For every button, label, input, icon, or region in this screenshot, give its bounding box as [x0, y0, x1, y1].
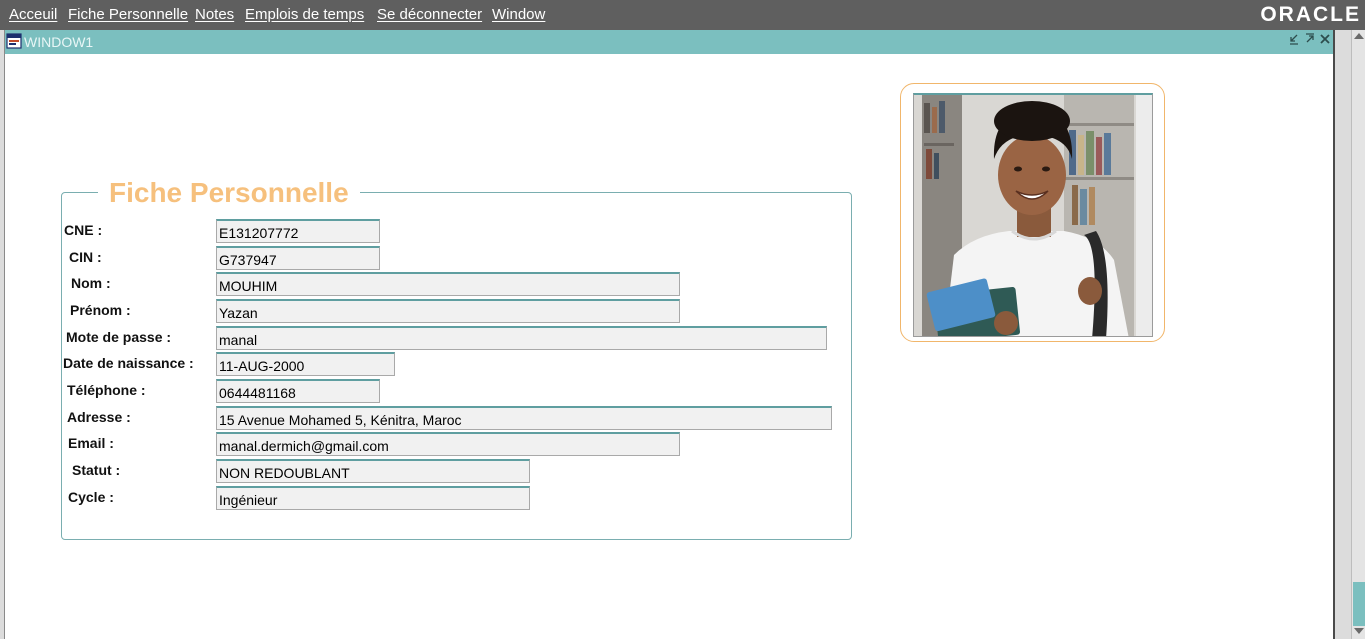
cycle-field[interactable]: Ingénieur — [216, 486, 530, 510]
window-icon — [6, 33, 22, 49]
label-mot-de-passe: Mote de passe : — [66, 329, 172, 345]
menu-item-window[interactable]: Window — [492, 6, 545, 23]
email-field[interactable]: manal.dermich@gmail.com — [216, 432, 680, 456]
oracle-logo: ORACLE — [1260, 3, 1361, 26]
window-titlebar[interactable]: WINDOW1 — [5, 30, 1333, 54]
label-cne: CNE : — [64, 222, 103, 238]
photo-frame — [900, 83, 1165, 342]
label-email: Email : — [68, 435, 114, 451]
label-statut: Statut : — [72, 462, 121, 478]
menu-item-notes[interactable]: Notes — [195, 6, 234, 23]
cin-field[interactable]: G737947 — [216, 246, 380, 270]
scroll-down-arrow-icon[interactable] — [1354, 628, 1364, 634]
window: WINDOW1 Fiche Personnelle CNE : CIN : No… — [4, 30, 1335, 639]
close-icon[interactable] — [1319, 33, 1331, 49]
prenom-field[interactable]: Yazan — [216, 299, 680, 323]
restore-icon[interactable] — [1304, 33, 1316, 49]
cne-field[interactable]: E131207772 — [216, 219, 380, 243]
menu-item-se-deconnecter[interactable]: Se déconnecter — [377, 6, 482, 23]
mot-de-passe-field[interactable]: manal — [216, 326, 827, 350]
statut-field[interactable]: NON REDOUBLANT — [216, 459, 530, 483]
label-prenom: Prénom : — [70, 302, 131, 318]
nom-field[interactable]: MOUHIM — [216, 272, 680, 296]
date-naissance-field[interactable]: 11-AUG-2000 — [216, 352, 395, 376]
window-title: WINDOW1 — [24, 34, 94, 50]
label-adresse: Adresse : — [67, 409, 131, 425]
student-photo — [913, 93, 1153, 337]
label-telephone: Téléphone : — [67, 382, 146, 398]
menu-item-acceuil[interactable]: Acceuil — [9, 6, 57, 23]
vertical-scrollbar[interactable] — [1351, 30, 1365, 639]
scroll-up-arrow-icon[interactable] — [1354, 33, 1364, 39]
telephone-field[interactable]: 0644481168 — [216, 379, 380, 403]
label-cin: CIN : — [69, 249, 102, 265]
minimize-icon[interactable] — [1288, 33, 1300, 49]
label-cycle: Cycle : — [68, 489, 114, 505]
scrollbar-thumb[interactable] — [1353, 582, 1365, 626]
label-nom: Nom : — [71, 275, 111, 291]
frame-title: Fiche Personnelle — [98, 177, 360, 209]
label-date-naissance: Date de naissance : — [63, 355, 194, 371]
menu-item-emplois-de-temps[interactable]: Emplois de temps — [245, 6, 364, 23]
menu-item-fiche-personnelle[interactable]: Fiche Personnelle — [68, 6, 188, 23]
adresse-field[interactable]: 15 Avenue Mohamed 5, Kénitra, Maroc — [216, 406, 832, 430]
menu-bar: Acceuil Fiche Personnelle Notes Emplois … — [0, 0, 1365, 30]
student-photo-illustration — [914, 95, 1152, 336]
